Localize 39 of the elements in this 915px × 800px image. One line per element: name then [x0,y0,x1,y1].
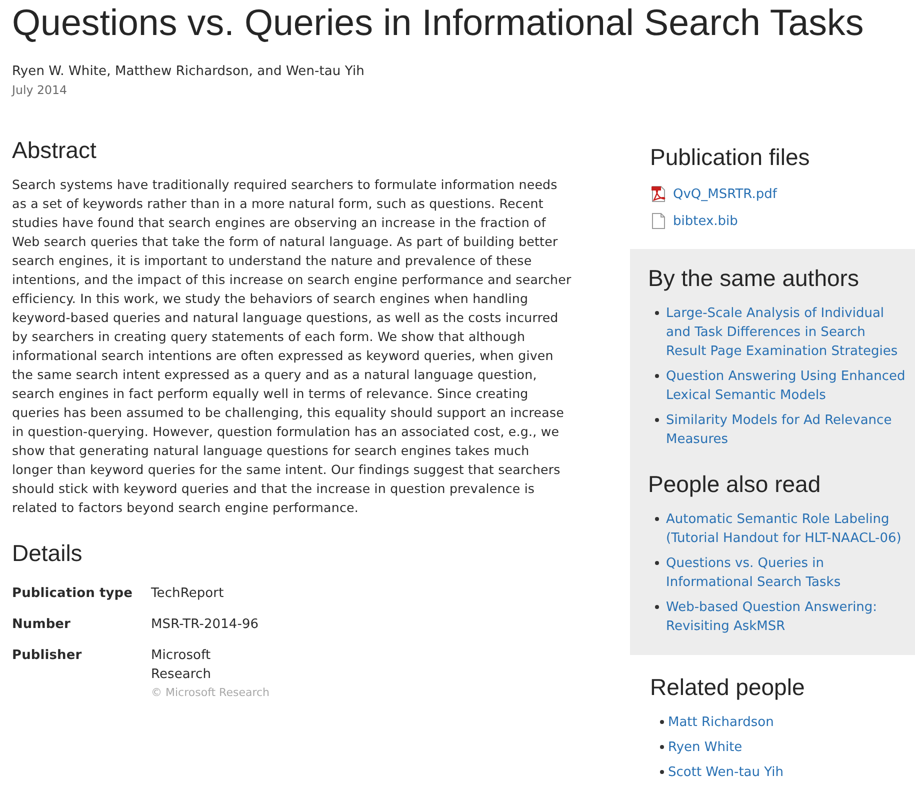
bullet-icon [660,745,664,749]
bullet-icon [655,517,659,521]
abstract-text: Search systems have traditionally required searchers to formulate information needs as a set of keywords rather than in a more natural form, such as questions. Recent studies have found that search engines are observing an increase in the fraction of Web search queries that take the form of natural language. As part of building better search engines, it is important to understand the nature and prevalence of these intentions, and the impact of this increase on search engine performance and searcher efficiency. In this work, we study the behaviors of search engines when handling keyword-based queries and natural language questions, as well as the costs incurred by searchers in creating query statements of each form. We show that although informational search intentions are often expressed as keyword queries, when given the same search intent expressed as a query and as a natural language question, search engines in fact perform equally well in terms of relevance. Since creating queries has been assumed to be challenging, this equality should support an increase in question-querying. However, question formulation has an associated cost, e.g., we show that generating natural language questions for search engines takes much longer than keyword queries for the same intent. Our findings suggest that searchers should stick with keyword queries and that the increase in question prevalence is related to factors beyond search engine performance. [12,176,572,517]
detail-value: MSR-TR-2014-96 [151,616,260,634]
publication-date: July 2014 [12,82,67,99]
bullet-icon [655,561,659,565]
bullet-icon [660,720,664,724]
publication-link[interactable]: Automatic Semantic Role Labeling (Tutorial Handout for HLT-NAACL-06) [666,510,908,548]
section-heading: People also read [648,470,821,499]
detail-value: Microsoft Research [151,647,212,684]
section-heading: Details [12,539,82,568]
person-link[interactable]: Ryen White [668,738,742,756]
file-link[interactable]: bibtex.bib [673,212,738,230]
bullet-icon [655,418,659,422]
section-heading: Publication files [650,143,810,172]
section-heading: By the same authors [648,264,859,293]
bullet-icon [655,374,659,378]
publication-link[interactable]: Similarity Models for Ad Relevance Measures [666,410,908,448]
bullet-icon [655,311,659,315]
document-icon [651,213,666,229]
copyright-note: © Microsoft Research [151,685,270,701]
publication-link[interactable]: Web-based Question Answering: Revisiting AskMSR [666,598,908,636]
section-heading: Related people [650,673,805,702]
section-heading: Abstract [12,136,96,165]
detail-label: Number [12,616,71,634]
publication-link[interactable]: Questions vs. Queries in Informational Search Tasks [666,554,908,592]
author-list: Ryen W. White, Matthew Richardson, and Wen-tau Yih [12,62,364,81]
page-title: Questions vs. Queries in Informational Search Tasks [12,1,864,45]
publication-link[interactable]: Large-Scale Analysis of Individual and Task Differences in Search Result Page Examination Strategies [666,304,908,360]
bullet-icon [655,605,659,609]
detail-label: Publisher [12,647,82,665]
file-link[interactable]: QvQ_MSRTR.pdf [673,184,777,204]
detail-label: Publication type [12,585,132,603]
pdf-file-icon [651,186,666,202]
publication-link[interactable]: Question Answering Using Enhanced Lexical Semantic Models [666,366,908,404]
person-link[interactable]: Scott Wen-tau Yih [668,762,784,782]
detail-value: TechReport [151,585,225,603]
person-link[interactable]: Matt Richardson [668,712,774,732]
bullet-icon [660,770,664,774]
